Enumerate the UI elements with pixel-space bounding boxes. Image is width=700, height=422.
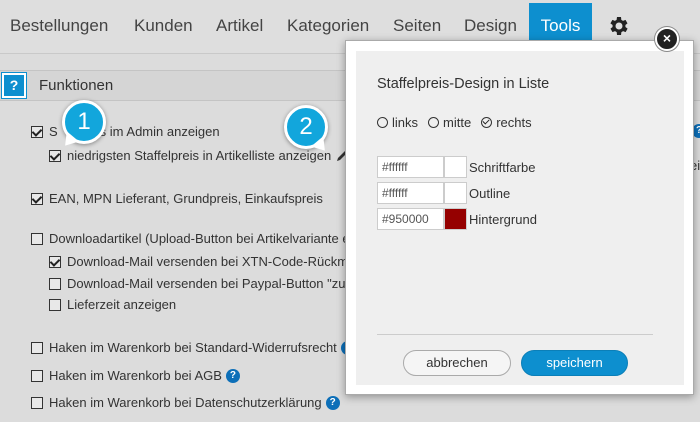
- option-download-mail-xtn[interactable]: Download-Mail versenden bei XTN-Code-Rüc…: [49, 254, 355, 269]
- help-button[interactable]: ?: [1, 72, 27, 99]
- nav-item-artikel[interactable]: Artikel: [216, 16, 263, 36]
- step-number: 2: [299, 113, 313, 140]
- option-label: Downloadartikel (Upload-Button bei Artik…: [49, 231, 353, 246]
- option-label: Download-Mail versenden bei XTN-Code-Rüc…: [67, 254, 356, 269]
- outline-swatch[interactable]: [444, 182, 467, 204]
- step-bubble-1: 1: [59, 100, 106, 151]
- nav-item-seiten[interactable]: Seiten: [393, 16, 441, 36]
- option-label: EAN, MPN Lieferant, Grundpreis, Einkaufs…: [49, 191, 323, 206]
- radio-label: mitte: [443, 115, 472, 130]
- checkbox[interactable]: [49, 277, 61, 290]
- nav-item-design[interactable]: Design: [464, 16, 517, 36]
- option-niedrigster-staffelpreis[interactable]: niedrigsten Staffelpreis in Artikelliste…: [49, 148, 349, 163]
- dialog-title: Staffelpreis-Design in Liste: [377, 76, 550, 92]
- radio-circle[interactable]: [428, 117, 440, 128]
- color-label: Hintergrund: [469, 211, 537, 227]
- help-icon[interactable]: ?: [325, 395, 340, 410]
- option-label-partial: S: [49, 124, 58, 139]
- checkbox[interactable]: [31, 396, 43, 409]
- option-label: Download-Mail versenden bei Paypal-Butto…: [67, 276, 358, 291]
- color-label: Schriftfarbe: [469, 159, 536, 175]
- option-haken-datenschutz[interactable]: Haken im Warenkorb bei Datenschutzerklär…: [31, 395, 340, 410]
- checkbox[interactable]: [31, 369, 43, 382]
- option-download-mail-paypal[interactable]: Download-Mail versenden bei Paypal-Butto…: [49, 276, 357, 291]
- staffelpreis-design-dialog: Staffelpreis-Design in Liste links mitte…: [345, 40, 694, 395]
- color-label: Outline: [469, 185, 511, 201]
- option-label-tail: s im Admin anzeigen: [99, 124, 220, 139]
- hintergrund-input[interactable]: [377, 208, 444, 230]
- step-bubble-2: 2: [284, 105, 331, 156]
- gear-icon[interactable]: [606, 14, 630, 38]
- schriftfarbe-swatch[interactable]: [444, 156, 467, 178]
- dialog-divider: [377, 334, 653, 335]
- dialog-body: Staffelpreis-Design in Liste links mitte…: [356, 51, 684, 385]
- option-label: Haken im Warenkorb bei Standard-Widerruf…: [49, 340, 337, 355]
- help-icon[interactable]: ?: [225, 368, 240, 383]
- option-label: niedrigsten Staffelpreis in Artikelliste…: [67, 148, 332, 163]
- radio-rechts[interactable]: rechts: [481, 115, 532, 130]
- option-label: Lieferzeit anzeigen: [67, 297, 177, 312]
- option-label: Haken im Warenkorb bei AGB: [49, 368, 222, 383]
- nav-item-kunden[interactable]: Kunden: [134, 16, 193, 36]
- checkbox[interactable]: [49, 298, 61, 311]
- outline-input[interactable]: [377, 182, 444, 204]
- close-icon[interactable]: ×: [655, 27, 679, 51]
- color-row-schriftfarbe: Schriftfarbe: [377, 156, 535, 178]
- color-row-outline: Outline: [377, 182, 510, 204]
- radio-mitte[interactable]: mitte: [428, 115, 471, 130]
- radio-links[interactable]: links: [377, 115, 418, 130]
- option-haken-widerrufsrecht[interactable]: Haken im Warenkorb bei Standard-Widerruf…: [31, 340, 355, 355]
- checkbox[interactable]: [31, 232, 43, 245]
- checkbox[interactable]: [49, 149, 61, 162]
- hintergrund-swatch[interactable]: [444, 208, 467, 230]
- schriftfarbe-input[interactable]: [377, 156, 444, 178]
- section-title: Funktionen: [39, 77, 114, 94]
- option-haken-agb[interactable]: Haken im Warenkorb bei AGB ?: [31, 368, 240, 383]
- radio-label: rechts: [496, 115, 532, 130]
- color-row-hintergrund: Hintergrund: [377, 208, 537, 230]
- save-button[interactable]: speichern: [521, 350, 628, 376]
- radio-circle[interactable]: [377, 117, 388, 128]
- cancel-button[interactable]: abbrechen: [403, 350, 511, 376]
- checkbox[interactable]: [49, 255, 61, 268]
- alignment-radio-group: links mitte rechts: [377, 115, 532, 130]
- option-downloadartikel[interactable]: Downloadartikel (Upload-Button bei Artik…: [31, 231, 353, 246]
- checkbox[interactable]: [31, 125, 43, 138]
- radio-label: links: [392, 115, 419, 130]
- option-ean-mpn[interactable]: EAN, MPN Lieferant, Grundpreis, Einkaufs…: [31, 191, 323, 206]
- nav-item-kategorien[interactable]: Kategorien: [287, 16, 369, 36]
- radio-circle-selected[interactable]: [481, 117, 493, 128]
- option-label: Haken im Warenkorb bei Datenschutzerklär…: [49, 395, 322, 410]
- checkbox[interactable]: [31, 341, 43, 354]
- option-lieferzeit[interactable]: Lieferzeit anzeigen: [49, 297, 176, 312]
- option-staffelpreis-admin[interactable]: Ss im Admin anzeigen: [31, 124, 220, 139]
- checkbox[interactable]: [31, 192, 43, 205]
- step-number: 1: [77, 108, 91, 135]
- nav-item-bestellungen[interactable]: Bestellungen: [10, 16, 108, 36]
